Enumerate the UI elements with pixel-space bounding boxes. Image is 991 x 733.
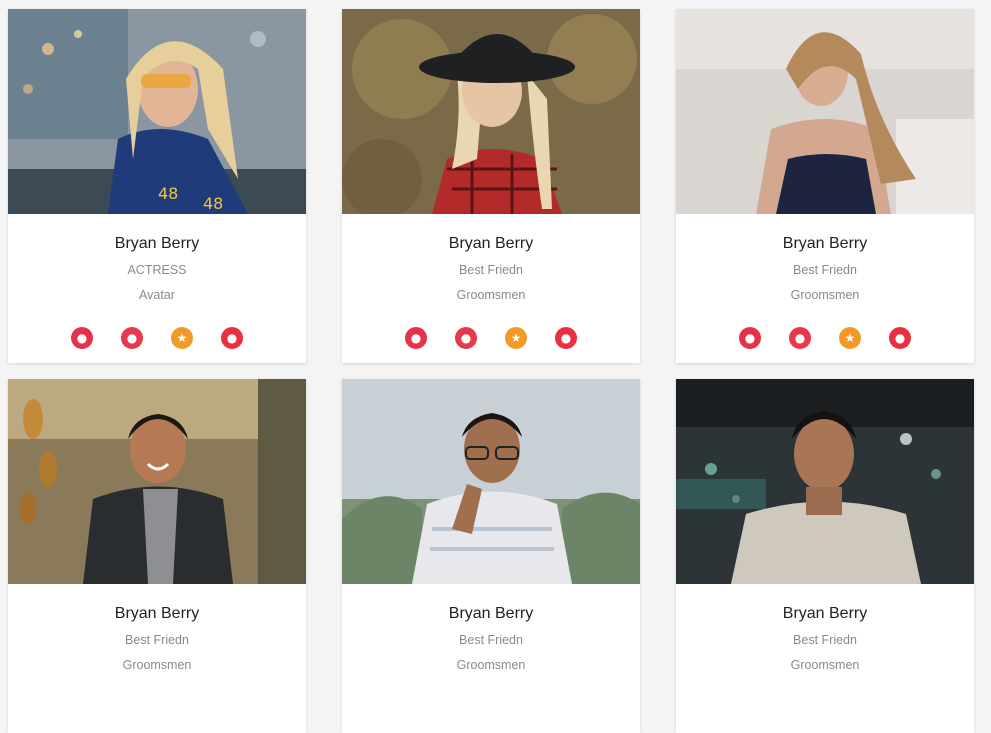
member-role: Best Friedn bbox=[459, 633, 523, 647]
member-name: Bryan Berry bbox=[114, 235, 200, 252]
member-photo bbox=[676, 9, 974, 214]
weibo-icon[interactable]: ● bbox=[405, 327, 427, 349]
member-subtitle: Groomsmen bbox=[790, 288, 860, 302]
member-role: Best Friedn bbox=[125, 633, 189, 647]
social-links: ● ● ★ ● bbox=[342, 327, 640, 349]
qzone-icon[interactable]: ★ bbox=[505, 327, 527, 349]
member-photo bbox=[676, 379, 974, 584]
member-name: Bryan Berry bbox=[114, 605, 200, 622]
member-role: ACTRESS bbox=[127, 263, 187, 277]
member-subtitle: Avatar bbox=[139, 288, 175, 302]
member-role: Best Friedn bbox=[793, 263, 857, 277]
member-photo bbox=[342, 9, 640, 214]
member-role: Best Friedn bbox=[793, 633, 857, 647]
qzone-icon[interactable]: ★ bbox=[171, 327, 193, 349]
team-card: Bryan Berry Best Friedn Groomsmen bbox=[676, 379, 974, 733]
weibo-icon[interactable]: ● bbox=[739, 327, 761, 349]
member-photo: 48 48 bbox=[8, 9, 306, 214]
social-links: ● ● ★ ● bbox=[8, 327, 306, 349]
member-role: Best Friedn bbox=[459, 263, 523, 277]
wechat-icon[interactable]: ● bbox=[121, 327, 143, 349]
member-name: Bryan Berry bbox=[782, 235, 868, 252]
team-card: Bryan Berry Best Friedn Groomsmen ● ● ★ … bbox=[342, 9, 640, 363]
member-subtitle: Groomsmen bbox=[456, 288, 526, 302]
wechat-icon[interactable]: ● bbox=[789, 327, 811, 349]
social-links: ● ● ★ ● bbox=[676, 327, 974, 349]
qq-icon[interactable]: ● bbox=[555, 327, 577, 349]
qzone-icon[interactable]: ★ bbox=[839, 327, 861, 349]
weibo-icon[interactable]: ● bbox=[71, 327, 93, 349]
member-subtitle: Groomsmen bbox=[790, 658, 860, 672]
team-card: Bryan Berry Best Friedn Groomsmen ● ● ★ … bbox=[676, 9, 974, 363]
svg-text:48: 48 bbox=[203, 194, 223, 213]
member-subtitle: Groomsmen bbox=[456, 658, 526, 672]
member-name: Bryan Berry bbox=[782, 605, 868, 622]
member-subtitle: Groomsmen bbox=[122, 658, 192, 672]
member-name: Bryan Berry bbox=[448, 605, 534, 622]
member-photo bbox=[8, 379, 306, 584]
team-card: Bryan Berry Best Friedn Groomsmen bbox=[8, 379, 306, 733]
svg-text:48: 48 bbox=[158, 184, 178, 203]
member-name: Bryan Berry bbox=[448, 235, 534, 252]
qq-icon[interactable]: ● bbox=[221, 327, 243, 349]
wechat-icon[interactable]: ● bbox=[455, 327, 477, 349]
team-card: 48 48 Bryan Berry ACTRESS Avatar ● ● ★ ● bbox=[8, 9, 306, 363]
member-photo bbox=[342, 379, 640, 584]
qq-icon[interactable]: ● bbox=[889, 327, 911, 349]
team-card: Bryan Berry Best Friedn Groomsmen bbox=[342, 379, 640, 733]
